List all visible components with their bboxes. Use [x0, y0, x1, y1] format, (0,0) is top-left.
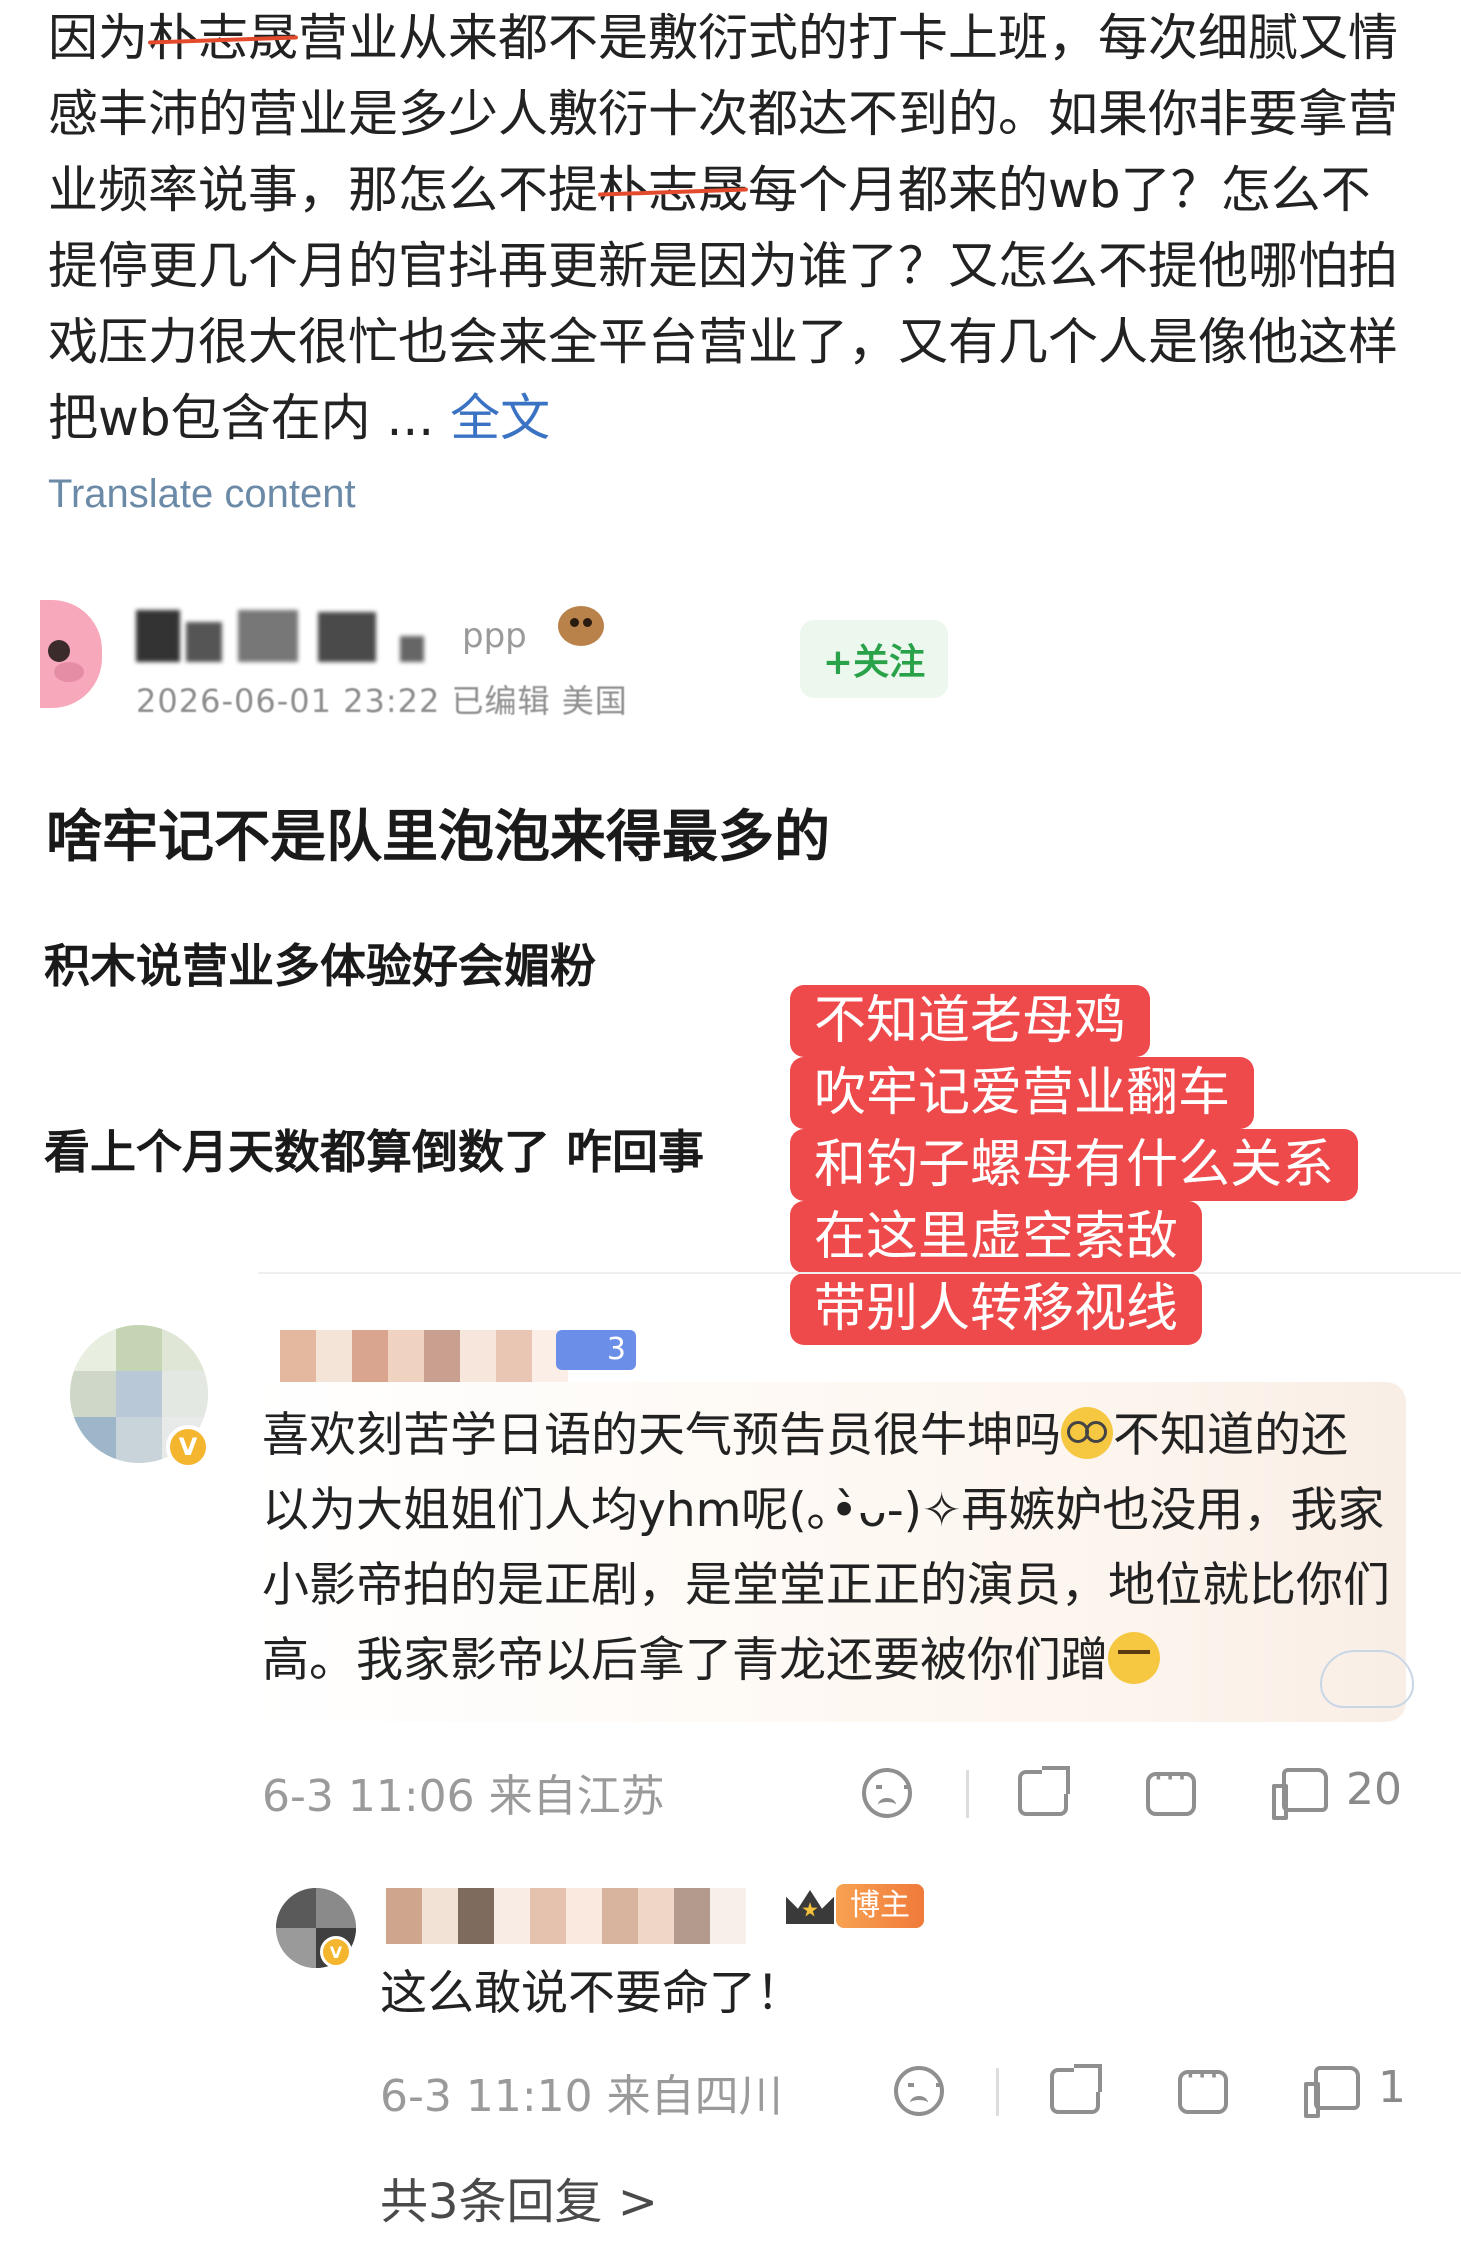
blurred-name: [318, 612, 376, 662]
share-icon: [1050, 2064, 1102, 2114]
separator: [966, 1770, 969, 1818]
embedded-meta: 2026-06-01 23:22 已编辑 美国: [136, 682, 628, 720]
embedded-line-2: 积木说营业多体验好会媚粉: [44, 939, 596, 993]
reply-time: 6-3 11:10: [380, 2071, 593, 2122]
share-button[interactable]: [1050, 2064, 1102, 2114]
bear-badge-icon: [558, 606, 604, 646]
pink-avatar: [40, 600, 102, 708]
comment-time: 6-3 11:06: [262, 1771, 475, 1822]
blurred-name: [186, 622, 222, 662]
embedded-line-3: 看上个月天数都算倒数了 咋回事: [44, 1125, 705, 1179]
nerd-face-emoji-icon: [1061, 1407, 1113, 1459]
verified-icon: V: [166, 1425, 210, 1469]
comment-icon: [1178, 2056, 1228, 2114]
reply-button[interactable]: [1178, 2056, 1228, 2114]
embedded-line-1: 啥牢记不是队里泡泡来得最多的: [46, 805, 830, 870]
comment-icon: [1146, 1758, 1196, 1816]
blurred-name: [238, 610, 298, 662]
comment-text-a: 喜欢刻苦学日语的天气预告员很牛坤吗: [262, 1408, 1061, 1463]
crown-icon: [782, 1880, 840, 1928]
comment-location: 来自江苏: [488, 1771, 665, 1822]
divider: [258, 1272, 1461, 1274]
reply-meta: 6-3 11:10 来自四川: [380, 2060, 783, 2124]
like-button[interactable]: 20: [1272, 1764, 1402, 1820]
caption-row: 吹牢记爱营业翻车: [790, 1057, 1255, 1129]
like-count: 1: [1378, 2062, 1406, 2113]
thumbs-up-icon: [1304, 2065, 1360, 2118]
post-text: 因为: [48, 9, 148, 67]
full-text-link[interactable]: 全文: [450, 389, 550, 447]
verified-icon: V: [320, 1936, 352, 1968]
smug-face-emoji-icon: [1108, 1632, 1160, 1684]
translate-content-link[interactable]: Translate content: [48, 472, 356, 517]
struck-name: 朴志晟: [598, 161, 748, 219]
level-badge: 3: [556, 1330, 636, 1370]
frown-face-icon: [894, 2066, 944, 2116]
post-body: 因为朴志晟营业从来都不是敷衍式的打卡上班，每次细腻又情感丰沛的营业是多少人敷衍十…: [48, 0, 1408, 456]
reply-button[interactable]: [1146, 1758, 1196, 1816]
follow-button[interactable]: +关注: [800, 620, 948, 698]
caption-row: 和钓子螺母有什么关系: [790, 1129, 1359, 1201]
embedded-name-suffix: ppp: [462, 616, 527, 656]
reply-location: 来自四川: [606, 2071, 783, 2122]
like-button[interactable]: 1: [1304, 2062, 1406, 2118]
separator: [996, 2068, 999, 2116]
dislike-button[interactable]: [894, 2066, 944, 2116]
comment-text: 喜欢刻苦学日语的天气预告员很牛坤吗 不知道的还以为大姐姐们人均yhm呢(｡•̀ᴗ-…: [262, 1398, 1392, 1698]
blurred-author-name[interactable]: [386, 1888, 746, 1944]
like-count: 20: [1346, 1764, 1402, 1815]
share-icon: [1018, 1766, 1070, 1816]
blurred-name: [136, 610, 180, 662]
blurred-name: [400, 636, 424, 662]
more-replies-link[interactable]: 共3条回复 >: [380, 2162, 658, 2232]
cloud-sticker-icon: [1300, 1640, 1420, 1710]
comment-meta: 6-3 11:06 来自江苏: [262, 1760, 665, 1824]
dislike-button[interactable]: [862, 1768, 912, 1818]
struck-name: 朴志晟: [148, 9, 298, 67]
share-button[interactable]: [1018, 1766, 1070, 1816]
caption-row: 不知道老母鸡: [790, 985, 1151, 1057]
caption-row: 在这里虚空索敌: [790, 1201, 1203, 1273]
reply-text: 这么敢说不要命了！: [380, 1966, 803, 2021]
caption-row: 带别人转移视线: [790, 1273, 1203, 1345]
thumbs-up-icon: [1272, 1767, 1328, 1820]
red-caption: 不知道老母鸡 吹牢记爱营业翻车 和钓子螺母有什么关系 在这里虚空索敌 带别人转移…: [790, 985, 1359, 1345]
frown-face-icon: [862, 1768, 912, 1818]
author-tag: 博主: [836, 1884, 924, 1928]
